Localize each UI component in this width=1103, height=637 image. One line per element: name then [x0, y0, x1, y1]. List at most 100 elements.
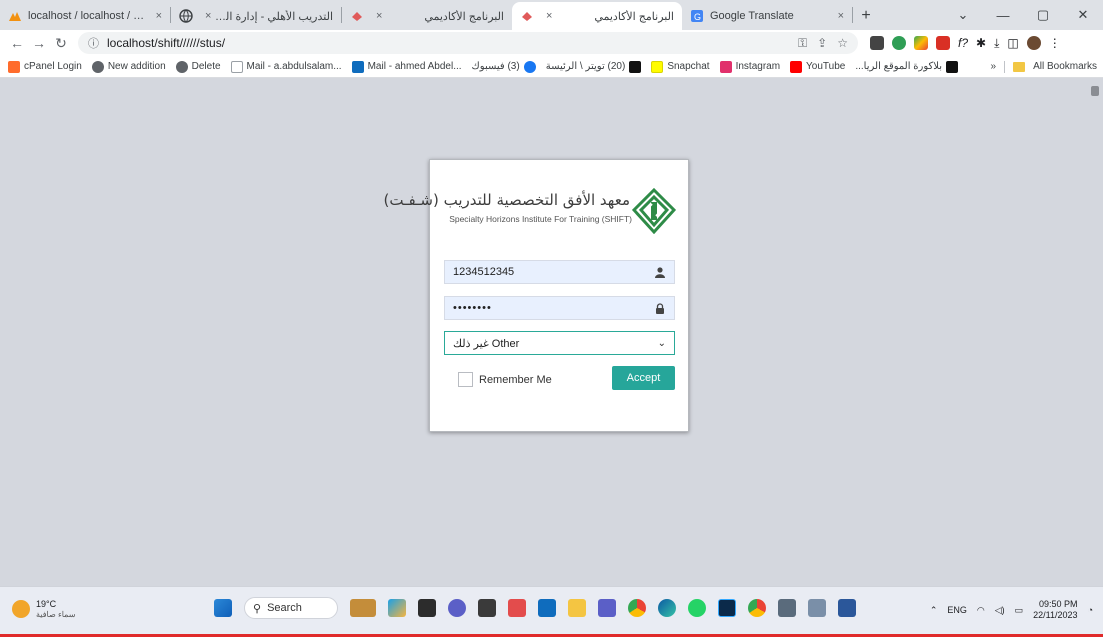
word-icon[interactable]	[838, 599, 856, 617]
bookmark-item[interactable]: Snapchat	[651, 60, 710, 73]
tab-strip: localhost / localhost / shift / wel × × …	[0, 0, 1103, 30]
file-explorer-icon[interactable]	[568, 599, 586, 617]
side-panel-icon[interactable]: ◫	[1007, 36, 1018, 50]
chrome-icon[interactable]	[748, 599, 766, 617]
moon-weather-icon	[12, 600, 30, 618]
bookmark-item[interactable]: بلاكورة الموقع الريا...	[855, 60, 959, 73]
username-field[interactable]: 1234512345	[444, 260, 675, 284]
share-icon[interactable]: ⇪	[817, 36, 827, 51]
login-card: معهد الأفق التخصصية للتدريب (شـفـت) Spec…	[383, 159, 689, 432]
close-icon[interactable]: ×	[838, 10, 844, 22]
clock[interactable]: 09:50 PM 22/11/2023	[1033, 599, 1077, 621]
bookmark-label: YouTube	[806, 61, 846, 72]
bookmark-item[interactable]: Mail - ahmed Abdel...	[351, 60, 462, 73]
tab-academic-program[interactable]: × البرنامج الأكاديمي	[342, 2, 512, 30]
username-value: 1234512345	[453, 266, 515, 278]
accept-button[interactable]: Accept	[612, 366, 675, 390]
window-controls: ⌄ — ▢ ✕	[943, 0, 1103, 30]
tab-academic-program-active[interactable]: × البرنامج الأكاديمي	[512, 2, 682, 30]
bookmark-item[interactable]: Delete	[175, 60, 221, 73]
bookmark-label: cPanel Login	[24, 61, 82, 72]
formula-icon[interactable]: f?	[958, 36, 968, 50]
user-type-selected-value: غير ذلك Other	[453, 337, 520, 350]
volume-icon[interactable]: ◁)	[995, 605, 1005, 616]
globe-icon	[179, 9, 193, 23]
bookmark-item[interactable]: Instagram	[719, 60, 780, 73]
app-icon[interactable]	[478, 599, 496, 617]
app-icon[interactable]	[508, 599, 526, 617]
battery-icon[interactable]: ▭	[1015, 605, 1024, 616]
widgets-icon[interactable]	[350, 599, 376, 617]
download-icon[interactable]: ⤓	[994, 36, 999, 50]
tab-phpmyadmin[interactable]: localhost / localhost / shift / wel ×	[0, 2, 170, 30]
window-close-button[interactable]: ✕	[1063, 7, 1103, 23]
lock-icon	[1091, 86, 1099, 96]
copilot-icon[interactable]	[388, 599, 406, 617]
language-indicator[interactable]: ENG	[947, 605, 967, 615]
notification-bell-icon[interactable]: ◔	[1088, 605, 1093, 615]
youtube-icon	[790, 60, 803, 73]
user-type-select[interactable]: غير ذلك Other ⌄	[444, 331, 675, 355]
tab-title: البرنامج الأكاديمي	[594, 10, 674, 23]
bookmark-item[interactable]: (20) تويتر \ الرئيسة	[546, 60, 642, 73]
shield-icon[interactable]	[892, 36, 906, 50]
bookmark-label: New addition	[107, 61, 166, 72]
tab-search-dropdown[interactable]: ⌄	[943, 7, 983, 23]
outlook-icon	[351, 60, 364, 73]
address-bar-actions: ⚿ ⇪ ☆	[798, 36, 848, 51]
instagram-icon	[719, 60, 732, 73]
tab-google-translate[interactable]: G Google Translate ×	[682, 2, 852, 30]
bookmark-item[interactable]: (3) فيسبوك	[472, 60, 536, 73]
pdf-icon[interactable]	[936, 36, 950, 50]
bookmark-label: Snapchat	[667, 61, 710, 72]
forward-icon[interactable]: →	[28, 35, 50, 51]
app-icon[interactable]	[808, 599, 826, 617]
x-twitter-icon	[629, 60, 642, 73]
bookmark-item[interactable]: cPanel Login	[8, 60, 82, 73]
extension-icon[interactable]	[870, 36, 884, 50]
wifi-icon[interactable]: ◠	[977, 605, 985, 616]
avatar[interactable]	[1026, 36, 1041, 50]
address-bar[interactable]: ⓘ localhost/shift//////stus/ ⚿ ⇪ ☆	[78, 32, 858, 54]
outlook-icon[interactable]	[538, 599, 556, 617]
whatsapp-icon[interactable]	[688, 599, 706, 617]
chat-icon[interactable]	[448, 599, 466, 617]
new-tab-button[interactable]: +	[853, 2, 879, 30]
edge-icon[interactable]	[658, 599, 676, 617]
weather-widget[interactable]: 19°C سماء صافية	[12, 599, 76, 619]
chevron-up-icon[interactable]: ⌃	[930, 605, 938, 616]
reload-icon[interactable]: ↻	[50, 35, 72, 52]
minimize-button[interactable]: —	[983, 8, 1023, 23]
taskbar-search[interactable]: ⚲ Search	[244, 597, 338, 619]
chrome-icon[interactable]	[628, 599, 646, 617]
browser-toolbar: ← → ↻ ⓘ localhost/shift//////stus/ ⚿ ⇪ ☆…	[0, 30, 1103, 56]
more-menu-icon[interactable]: ⋮	[1049, 36, 1061, 50]
remember-me[interactable]: Remember Me	[458, 372, 552, 387]
remember-me-checkbox[interactable]	[458, 372, 473, 387]
site-logo-icon	[350, 9, 364, 23]
bookmark-item[interactable]: YouTube	[790, 60, 846, 73]
bookmark-item[interactable]: Mail - a.abdulsalam...	[230, 60, 342, 73]
teams-icon[interactable]	[598, 599, 616, 617]
bookmark-star-icon[interactable]: ☆	[837, 36, 848, 51]
page-content: معهد الأفق التخصصية للتدريب (شـفـت) Spec…	[0, 78, 1103, 586]
password-field[interactable]: ••••••••	[444, 296, 675, 320]
puzzle-icon[interactable]: ✱	[976, 36, 986, 50]
site-info-icon[interactable]: ⓘ	[88, 35, 99, 51]
search-icon: ⚲	[253, 602, 262, 615]
task-view-icon[interactable]	[418, 599, 436, 617]
calculator-icon[interactable]	[778, 599, 796, 617]
all-bookmarks-link[interactable]: All Bookmarks	[1033, 61, 1097, 72]
photoshop-icon[interactable]	[718, 599, 736, 617]
tab-title: البرنامج الأكاديمي	[424, 10, 504, 23]
back-icon[interactable]: ←	[6, 35, 28, 51]
close-icon[interactable]: ×	[156, 10, 162, 22]
bookmark-item[interactable]: New addition	[91, 60, 166, 73]
tab-license-admin[interactable]: × التدريب الأهلي - إدارة الرخص	[171, 2, 341, 30]
password-key-icon[interactable]: ⚿	[798, 36, 807, 51]
windows-start-icon[interactable]	[214, 599, 232, 617]
extension-icon[interactable]	[914, 36, 928, 50]
institute-logo: معهد الأفق التخصصية للتدريب (شـفـت) Spec…	[383, 188, 676, 236]
bookmarks-overflow-button[interactable]: »	[991, 61, 997, 72]
maximize-button[interactable]: ▢	[1023, 7, 1063, 23]
